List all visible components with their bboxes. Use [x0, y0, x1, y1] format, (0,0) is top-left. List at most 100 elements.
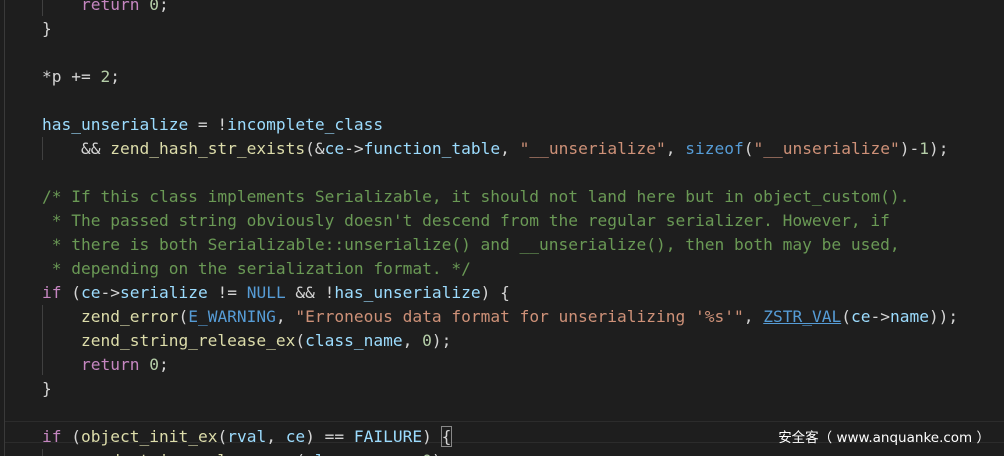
code-token: , — [275, 307, 296, 326]
code-token: * there is both Serializable::unserializ… — [42, 235, 900, 254]
code-token: ; — [110, 67, 120, 86]
code-token: NULL — [246, 283, 286, 302]
code-token: if — [42, 283, 62, 302]
code-token: } — [42, 19, 52, 38]
code-line[interactable]: } — [42, 377, 958, 401]
code-token: zend_string_release_ex — [81, 451, 295, 456]
code-line[interactable]: ​ — [42, 161, 958, 185]
code-line[interactable]: /* If this class implements Serializable… — [42, 185, 958, 209]
code-token: incomplete_class — [227, 115, 384, 134]
code-token: (& — [305, 139, 325, 158]
code-token: ( — [295, 331, 306, 350]
code-line[interactable]: ​ — [42, 41, 958, 65]
code-token: && ! — [285, 283, 335, 302]
code-token: * The passed string obviously doesn't de… — [42, 211, 890, 230]
code-token: , — [743, 307, 764, 326]
code-token: 0 — [149, 355, 159, 374]
code-token: 0 — [422, 331, 432, 350]
code-line[interactable]: } — [42, 17, 958, 41]
code-token: ); — [432, 451, 452, 456]
code-token: != — [207, 283, 247, 302]
code-token: return — [80, 0, 140, 14]
code-token: ( — [743, 139, 754, 158]
code-token: 0 — [422, 451, 432, 456]
code-token: class_name — [305, 451, 402, 456]
code-token: ce — [285, 427, 306, 446]
code-token: ) { — [480, 283, 510, 302]
code-line[interactable]: * there is both Serializable::unserializ… — [42, 233, 958, 257]
code-token: -> — [100, 283, 121, 302]
code-token: = ! — [188, 115, 228, 134]
code-token: has_unserialize — [42, 115, 189, 134]
code-line[interactable]: * depending on the serialization format.… — [42, 257, 958, 281]
code-token: "__unserialize" — [753, 139, 900, 158]
code-token: has_unserialize — [334, 283, 481, 302]
code-token: ; — [158, 0, 169, 14]
code-token: zend_string_release_ex — [80, 331, 296, 350]
code-line[interactable]: && zend_hash_str_exists(&ce->function_ta… — [42, 137, 958, 161]
editor-gutter-border — [4, 0, 5, 456]
code-token: ; — [158, 355, 169, 374]
code-token: , — [402, 331, 423, 350]
code-token: if — [42, 427, 62, 446]
code-token: object_init_ex — [81, 427, 218, 446]
site-watermark: 安全客（ www.anquanke.com ） — [778, 430, 990, 446]
code-token: FAILURE — [353, 427, 423, 446]
code-token: -> — [870, 307, 890, 326]
code-token: sizeof — [685, 139, 744, 158]
code-token: , — [266, 427, 286, 446]
code-token: 1 — [919, 139, 929, 158]
code-token: ce — [850, 307, 871, 326]
code-line[interactable]: return 0; — [42, 353, 958, 377]
code-token: *p += — [42, 67, 101, 86]
code-line[interactable]: if (ce->serialize != NULL && !has_unseri… — [42, 281, 958, 305]
code-line[interactable]: zend_string_release_ex(class_name, 0); — [42, 449, 958, 456]
code-line[interactable]: ​ — [42, 401, 958, 425]
code-token: , — [403, 451, 423, 456]
code-line[interactable]: has_unserialize = !incomplete_class — [42, 113, 958, 137]
code-line[interactable]: zend_error(E_WARNING, "Erroneous data fo… — [42, 305, 958, 329]
code-token: ( — [178, 307, 189, 326]
code-token: "__unserialize" — [519, 139, 666, 158]
code-line[interactable]: *p += 2; — [42, 65, 958, 89]
code-token: ); — [928, 139, 949, 158]
code-token: * depending on the serialization format.… — [42, 259, 471, 278]
code-token: { — [440, 426, 453, 447]
code-token: serialize — [120, 283, 208, 302]
code-token: ( — [841, 307, 851, 326]
code-token: zend_hash_str_exists — [110, 139, 306, 158]
code-token: ( — [61, 283, 81, 302]
code-token: ); — [431, 331, 452, 350]
code-token: class_name — [305, 331, 403, 350]
code-token: E_WARNING — [188, 307, 276, 326]
code-token: ce — [324, 139, 345, 158]
code-token: ( — [217, 427, 228, 446]
code-token: )); — [928, 307, 959, 326]
code-line[interactable]: * The passed string obviously doesn't de… — [42, 209, 958, 233]
code-token: -> — [344, 139, 364, 158]
code-token: ( — [61, 427, 81, 446]
code-token: rval — [227, 427, 267, 446]
code-token: && — [42, 139, 111, 158]
code-token: , — [665, 139, 686, 158]
code-token: 2 — [100, 67, 111, 86]
code-content[interactable]: return 0;}​*p += 2;​has_unserialize = !i… — [42, 0, 958, 456]
code-token: "Erroneous data format for unserializing… — [295, 307, 744, 326]
code-editor[interactable]: return 0;}​*p += 2;​has_unserialize = !i… — [0, 0, 1004, 456]
code-line[interactable]: ​ — [42, 89, 958, 113]
code-token: zend_error — [80, 307, 179, 326]
code-token: 0 — [149, 0, 159, 14]
code-line[interactable]: return 0; — [42, 0, 958, 17]
code-token: function_table — [363, 139, 501, 158]
code-token: )- — [899, 139, 920, 158]
code-line[interactable]: zend_string_release_ex(class_name, 0); — [42, 329, 958, 353]
code-token: /* If this class implements Serializable… — [42, 187, 910, 206]
code-token: , — [500, 139, 520, 158]
